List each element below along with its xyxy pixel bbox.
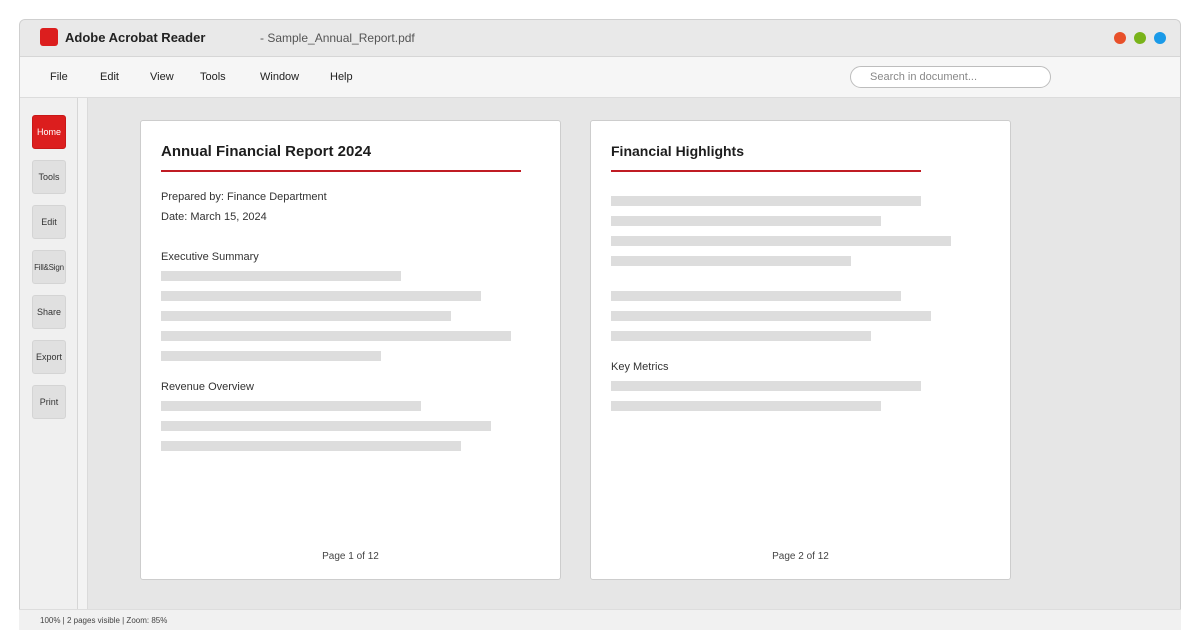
text-placeholder-line <box>611 311 931 321</box>
text-placeholder-line <box>611 216 881 226</box>
text-placeholder-line <box>161 291 481 301</box>
text-placeholder-line <box>161 271 401 281</box>
menu-tools[interactable]: Tools <box>200 71 226 83</box>
pdf-page-1[interactable]: Annual Financial Report 2024 Prepared by… <box>140 120 561 580</box>
menu-help[interactable]: Help <box>330 71 353 83</box>
page-title: Financial Highlights <box>611 143 745 159</box>
section-heading: Revenue Overview <box>161 381 254 393</box>
menu-edit[interactable]: Edit <box>100 71 119 83</box>
menu-bar: File Edit View Tools Window Help <box>20 57 1180 98</box>
menu-view[interactable]: View <box>150 71 174 83</box>
text-placeholder-line <box>161 331 511 341</box>
close-window-button[interactable] <box>1114 32 1126 44</box>
text-placeholder-line <box>161 351 381 361</box>
text-placeholder-line <box>161 401 421 411</box>
sidebar-item-export[interactable]: Export <box>32 340 66 374</box>
search-input[interactable] <box>850 66 1051 88</box>
pdf-page-2[interactable]: Financial Highlights Key Metrics Page 2 … <box>590 120 1011 580</box>
text-placeholder-line <box>161 311 451 321</box>
title-bar: Adobe Acrobat Reader - Sample_Annual_Rep… <box>20 20 1180 57</box>
text-placeholder-line <box>161 421 491 431</box>
section-heading: Key Metrics <box>611 361 669 373</box>
prepared-by-text: Prepared by: Finance Department <box>161 191 327 203</box>
menu-window[interactable]: Window <box>260 71 299 83</box>
status-bar: 100% | 2 pages visible | Zoom: 85% <box>19 609 1181 630</box>
sidebar-item-share[interactable]: Share <box>32 295 66 329</box>
text-placeholder-line <box>611 381 921 391</box>
sidebar-item-fill-sign[interactable]: Fill&Sign <box>32 250 66 284</box>
sidebar-item-home[interactable]: Home <box>32 115 66 149</box>
sidebar-item-print[interactable]: Print <box>32 385 66 419</box>
minimize-window-button[interactable] <box>1134 32 1146 44</box>
section-heading: Executive Summary <box>161 251 259 263</box>
text-placeholder-line <box>611 291 901 301</box>
sidebar-divider[interactable] <box>78 98 88 609</box>
report-date-text: Date: March 15, 2024 <box>161 211 267 223</box>
sidebar-item-tools[interactable]: Tools <box>32 160 66 194</box>
text-placeholder-line <box>611 256 851 266</box>
document-title: - Sample_Annual_Report.pdf <box>260 31 415 45</box>
app-window: Adobe Acrobat Reader - Sample_Annual_Rep… <box>19 19 1181 630</box>
heading-divider <box>611 170 921 172</box>
text-placeholder-line <box>611 236 951 246</box>
text-placeholder-line <box>161 441 461 451</box>
page-title: Annual Financial Report 2024 <box>161 143 372 160</box>
sidebar-item-edit[interactable]: Edit <box>32 205 66 239</box>
acrobat-logo-icon <box>40 28 58 46</box>
page-number: Page 1 of 12 <box>322 551 379 562</box>
page-number: Page 2 of 12 <box>772 551 829 562</box>
text-placeholder-line <box>611 401 881 411</box>
text-placeholder-line <box>611 331 871 341</box>
zoom-status-text: 100% | 2 pages visible | Zoom: 85% <box>40 616 168 625</box>
app-name: Adobe Acrobat Reader <box>65 30 206 45</box>
menu-file[interactable]: File <box>50 71 68 83</box>
heading-divider <box>161 170 521 172</box>
maximize-window-button[interactable] <box>1154 32 1166 44</box>
tools-sidebar: Home Tools Edit Fill&Sign Share Export P… <box>20 98 78 609</box>
text-placeholder-line <box>611 196 921 206</box>
